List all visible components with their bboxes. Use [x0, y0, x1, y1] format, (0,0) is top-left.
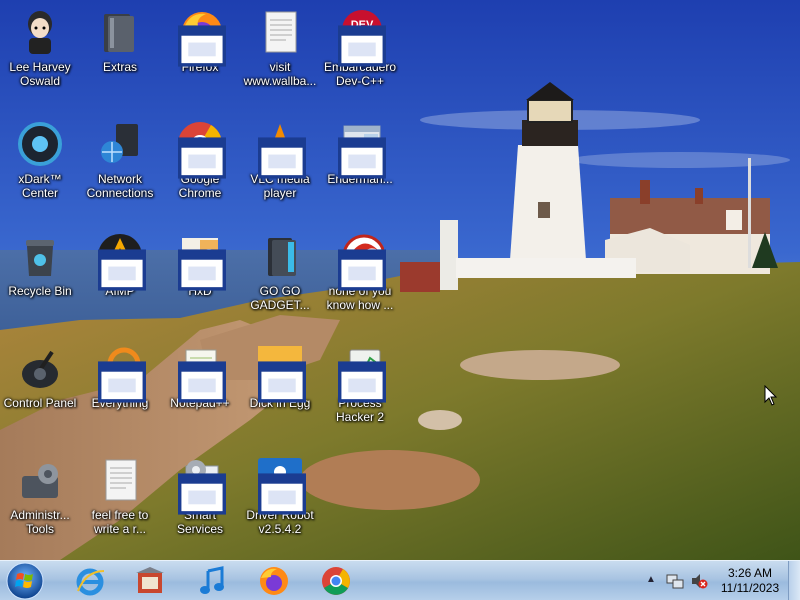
- desktop-icon-label: Extras: [102, 60, 137, 74]
- windows-orb-icon: [6, 562, 44, 600]
- desktop-icon-feel-free-to-write[interactable]: feel free to write a r...: [80, 450, 160, 550]
- network-icon: [101, 124, 138, 163]
- desktop-icon-label: GO GO GADGET...: [250, 284, 310, 312]
- firefox-icon: [260, 567, 288, 595]
- desktop-icon-driver-robot[interactable]: Driver Robot v2.5.4.2: [240, 450, 320, 550]
- shortcut-overlay-icon: [178, 470, 226, 515]
- desktop[interactable]: Lee Harvey Oswald Extras Firefox visit w…: [0, 0, 800, 560]
- desktop-icon-enderman[interactable]: Enderman...: [320, 114, 400, 214]
- network-tray-icon[interactable]: [666, 572, 684, 590]
- shortcut-overlay-icon: [338, 134, 386, 179]
- desktop-icon-label: visit www.wallba...: [243, 60, 317, 88]
- mouse-cursor-icon: [764, 385, 778, 406]
- taskbar-firefox[interactable]: [248, 563, 300, 599]
- shortcut-overlay-icon: [178, 134, 226, 179]
- gadget-icon: [268, 238, 296, 276]
- desktop-icon-embarcadero-devcpp[interactable]: DEV + Embarcadero Dev-C++: [320, 2, 400, 102]
- desktop-icon-visit-wallbase[interactable]: visit www.wallba...: [240, 2, 320, 102]
- shortcut-overlay-icon: [98, 246, 146, 291]
- shortcut-overlay-icon: [98, 358, 146, 403]
- desktop-icon-administrative-tools[interactable]: Administr... Tools: [0, 450, 80, 550]
- desktop-icon-process-hacker-2[interactable]: Process Hacker 2: [320, 338, 400, 438]
- taskbar-chrome[interactable]: [310, 563, 362, 599]
- desktop-icon-firefox[interactable]: Firefox: [160, 2, 240, 102]
- desktop-icon-recycle-bin[interactable]: Recycle Bin: [0, 226, 80, 326]
- desktop-icon-smart-services[interactable]: Smart Services: [160, 450, 240, 550]
- internet-explorer-icon: [76, 568, 105, 596]
- shortcut-overlay-icon: [178, 22, 226, 67]
- taskbar-music[interactable]: [186, 563, 238, 599]
- taskbar-store[interactable]: [124, 563, 176, 599]
- system-clock[interactable]: 3:26 AM 11/11/2023: [712, 566, 788, 596]
- recycle-bin-icon: [26, 240, 54, 276]
- store-icon: [136, 567, 164, 593]
- tray-overflow-arrow[interactable]: ▲: [644, 573, 658, 587]
- folder-icon: [104, 14, 134, 52]
- desktop-icon-extras[interactable]: Extras: [80, 2, 160, 102]
- desktop-icon-label: Recycle Bin: [8, 284, 72, 298]
- music-icon: [200, 566, 224, 594]
- clock-time: 3:26 AM: [727, 566, 773, 580]
- chrome-icon: [322, 567, 350, 595]
- desktop-icon-label: Administr... Tools: [10, 508, 70, 536]
- start-button[interactable]: [4, 562, 46, 600]
- desktop-icon-label: Network Connections: [86, 172, 154, 200]
- desktop-icon-label: Lee Harvey Oswald: [9, 60, 71, 88]
- admin-tools-icon: [22, 464, 58, 498]
- desktop-icon-label: xDark™ Center: [18, 172, 62, 200]
- desktop-icon-label: feel free to write a r...: [91, 508, 149, 536]
- shortcut-overlay-icon: [258, 358, 306, 403]
- desktop-icon-lee-harvey-oswald[interactable]: Lee Harvey Oswald: [0, 2, 80, 102]
- taskbar-internet-explorer[interactable]: [64, 563, 116, 599]
- desktop-icon-aimp[interactable]: AIMP: [80, 226, 160, 326]
- shortcut-overlay-icon: [338, 358, 386, 403]
- xdark-icon: [18, 122, 62, 166]
- desktop-icon-xdark-center[interactable]: xDark™ Center: [0, 114, 80, 214]
- desktop-icon-hxd[interactable]: HxD: [160, 226, 240, 326]
- desktop-icon-dick-in-egg[interactable]: e Dick in Egg: [240, 338, 320, 438]
- shortcut-overlay-icon: [178, 246, 226, 291]
- desktop-icon-google-chrome[interactable]: Google Chrome: [160, 114, 240, 214]
- desktop-icon-go-go-gadget[interactable]: GO GO GADGET...: [240, 226, 320, 326]
- desktop-icon-everything[interactable]: Everything: [80, 338, 160, 438]
- desktop-icon-label: Control Panel: [3, 396, 77, 410]
- shortcut-overlay-icon: [338, 22, 386, 67]
- show-desktop-button[interactable]: [788, 561, 800, 600]
- shortcut-overlay-icon: [338, 246, 386, 291]
- document-icon: [265, 11, 297, 53]
- desktop-icon-notepad-plus-plus[interactable]: Notepad++: [160, 338, 240, 438]
- shortcut-overlay-icon: [178, 358, 226, 403]
- desktop-icon-vlc-media-player[interactable]: VLC media player: [240, 114, 320, 214]
- clock-date: 11/11/2023: [720, 581, 780, 595]
- shortcut-overlay-icon: [258, 134, 306, 179]
- text-file-icon: [105, 459, 137, 501]
- shortcut-overlay-icon: [258, 470, 306, 515]
- volume-muted-icon[interactable]: [690, 572, 708, 590]
- person-icon: [28, 11, 52, 54]
- desktop-icon-none-of-you-know[interactable]: none of you know how ...: [320, 226, 400, 326]
- control-panel-icon: [22, 350, 58, 388]
- desktop-icon-network-connections[interactable]: Network Connections: [80, 114, 160, 214]
- desktop-icon-control-panel[interactable]: Control Panel: [0, 338, 80, 438]
- taskbar: ▲ 3:26 AM 11/11/2023: [0, 560, 800, 600]
